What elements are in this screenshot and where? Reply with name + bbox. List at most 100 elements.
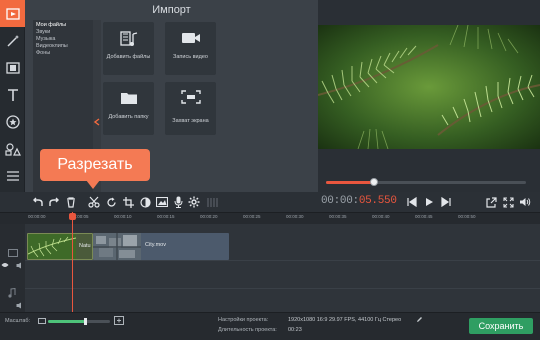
crop-button[interactable] bbox=[121, 195, 135, 209]
screen-capture-icon bbox=[180, 90, 201, 104]
ruler-tick: 00:00:00 bbox=[28, 214, 46, 219]
eye-icon bbox=[1, 263, 9, 267]
ruler-tick: 00:00:10 bbox=[114, 214, 132, 219]
filmstrip-icon bbox=[5, 61, 20, 74]
import-tool-button[interactable] bbox=[0, 0, 25, 27]
next-frame-button[interactable] bbox=[439, 195, 453, 209]
category-sounds[interactable]: Звуки bbox=[36, 29, 50, 35]
zoom-slider-fill bbox=[48, 320, 86, 323]
add-folder-button[interactable]: Добавить папку bbox=[103, 82, 154, 135]
crop-icon bbox=[122, 196, 134, 208]
seek-progress-fill bbox=[326, 181, 374, 184]
folder-icon bbox=[120, 93, 137, 104]
filters-tool-button[interactable] bbox=[0, 54, 25, 81]
delete-button[interactable] bbox=[64, 195, 78, 209]
screen-capture-label: Захват экрана bbox=[172, 118, 209, 124]
play-button[interactable] bbox=[422, 195, 436, 209]
clip-name: Natu bbox=[79, 243, 91, 249]
rotate-icon bbox=[106, 197, 116, 207]
playhead-line[interactable] bbox=[72, 212, 73, 312]
playhead-handle[interactable] bbox=[69, 213, 76, 220]
trash-icon bbox=[67, 196, 75, 208]
project-duration-value: 00:23 bbox=[288, 327, 302, 333]
shapes-icon bbox=[4, 142, 21, 156]
save-button[interactable]: Сохранить bbox=[469, 318, 533, 334]
record-video-label: Запись видео bbox=[173, 54, 208, 60]
clip-thumbnail bbox=[93, 233, 141, 260]
timecode-display: 00:00:05.550 bbox=[321, 195, 397, 207]
project-settings-label: Настройки проекта: bbox=[218, 317, 269, 323]
magic-wand-icon bbox=[6, 34, 19, 47]
clip-name: City.mov bbox=[145, 242, 166, 248]
stickers-tool-button[interactable] bbox=[0, 108, 25, 135]
volume-button[interactable] bbox=[518, 195, 532, 209]
record-audio-button[interactable] bbox=[171, 195, 185, 209]
fullscreen-icon bbox=[502, 196, 514, 208]
timecode-main: 00:00: bbox=[321, 195, 359, 207]
chevron-left-icon bbox=[94, 118, 100, 126]
previous-frame-button[interactable] bbox=[405, 195, 419, 209]
scissors-icon bbox=[88, 196, 100, 208]
zoom-slider-knob[interactable] bbox=[84, 318, 88, 325]
camera-icon bbox=[181, 33, 200, 43]
pine-branch-frame-image bbox=[318, 25, 540, 149]
add-files-button[interactable]: Добавить файлы bbox=[103, 22, 154, 75]
zoom-slider[interactable] bbox=[48, 318, 110, 325]
ruler-tick: 00:00:25 bbox=[243, 214, 261, 219]
image-button[interactable] bbox=[155, 195, 169, 209]
equalizer-icon bbox=[207, 197, 218, 207]
gear-icon bbox=[188, 196, 200, 208]
ruler-tick: 00:00:15 bbox=[157, 214, 175, 219]
category-my-files[interactable]: Мои файлы bbox=[36, 22, 66, 28]
project-settings-value: 1920x1080 16:9 29.97 FPS, 44100 Гц Стере… bbox=[288, 317, 402, 323]
titles-tool-button[interactable] bbox=[0, 81, 25, 108]
color-adjust-button[interactable] bbox=[138, 195, 152, 209]
ruler-tick: 00:00:20 bbox=[200, 214, 218, 219]
magic-wand-tool-button[interactable] bbox=[0, 27, 25, 54]
undo-icon bbox=[33, 197, 43, 206]
add-files-label: Добавить файлы bbox=[106, 54, 151, 60]
speaker-icon bbox=[520, 198, 531, 206]
screen-capture-button[interactable]: Захват экрана bbox=[165, 82, 216, 135]
timeline-ruler[interactable]: 00:00:00 00:00:05 00:00:10 00:00:15 00:0… bbox=[0, 212, 540, 224]
ruler-tick: 00:00:40 bbox=[372, 214, 390, 219]
microphone-icon bbox=[174, 196, 182, 208]
speaker-icon bbox=[16, 262, 21, 269]
ruler-tick: 00:00:45 bbox=[415, 214, 433, 219]
more-tools-button[interactable] bbox=[0, 162, 25, 189]
zoom-out-icon[interactable] bbox=[38, 317, 46, 325]
play-icon bbox=[426, 198, 433, 206]
redo-button[interactable] bbox=[47, 195, 61, 209]
equalizer-button[interactable] bbox=[205, 195, 219, 209]
category-backgrounds[interactable]: Фоны bbox=[36, 50, 50, 56]
add-folder-label: Добавить папку bbox=[108, 114, 149, 120]
video-clip-nature[interactable]: Natu bbox=[27, 233, 93, 260]
timeline-tracks[interactable]: Natu City.mov bbox=[0, 224, 540, 312]
rotate-button[interactable] bbox=[104, 195, 118, 209]
ruler-tick: 00:00:35 bbox=[329, 214, 347, 219]
zoom-in-icon[interactable] bbox=[114, 316, 124, 325]
fullscreen-button[interactable] bbox=[501, 195, 515, 209]
transitions-tool-button[interactable] bbox=[0, 135, 25, 162]
text-t-icon bbox=[7, 88, 18, 101]
video-import-icon bbox=[5, 7, 20, 20]
music-note-icon bbox=[8, 288, 16, 298]
import-panel-title: Импорт bbox=[152, 4, 191, 16]
video-track-icon bbox=[8, 249, 18, 257]
export-frame-button[interactable] bbox=[484, 195, 498, 209]
video-clip-city[interactable]: City.mov bbox=[93, 233, 229, 260]
edit-toolbar: 00:00:05.550 bbox=[25, 192, 540, 212]
record-video-button[interactable]: Запись видео bbox=[165, 22, 216, 75]
cut-button[interactable] bbox=[87, 195, 101, 209]
track-divider bbox=[25, 288, 540, 289]
clip-settings-button[interactable] bbox=[187, 195, 201, 209]
seek-knob[interactable] bbox=[370, 178, 378, 186]
playback-seek-bar[interactable] bbox=[326, 178, 526, 186]
category-music[interactable]: Музыка bbox=[36, 36, 55, 42]
category-videoclips[interactable]: Видеоклипы bbox=[36, 43, 68, 49]
pencil-icon[interactable] bbox=[416, 316, 423, 323]
ruler-tick: 00:00:50 bbox=[458, 214, 476, 219]
cut-tooltip-pointer bbox=[86, 180, 100, 189]
undo-button[interactable] bbox=[31, 195, 45, 209]
track-controls-column bbox=[0, 224, 25, 312]
